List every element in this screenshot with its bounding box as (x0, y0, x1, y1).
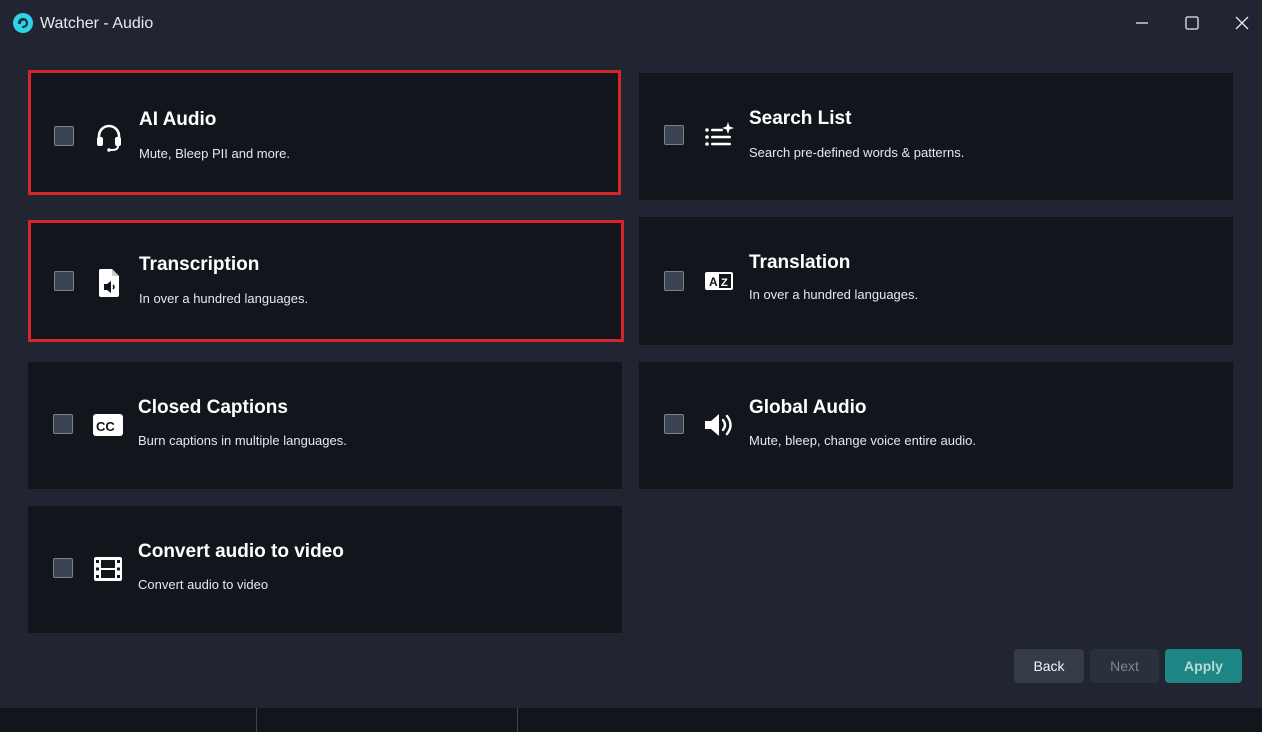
title-bar: Watcher - Audio (0, 0, 1262, 46)
transcription-desc: In over a hundred languages. (139, 291, 309, 306)
global-audio-desc: Mute, bleep, change voice entire audio. (749, 433, 976, 448)
option-convert-audio-to-video[interactable]: Convert audio to video Convert audio to … (28, 506, 622, 633)
svg-text:A: A (709, 275, 718, 289)
option-global-audio[interactable]: Global Audio Mute, bleep, change voice e… (639, 362, 1233, 489)
watcher-logo-icon (13, 13, 33, 33)
ai-audio-checkbox[interactable] (54, 126, 74, 146)
status-divider (517, 708, 518, 732)
next-button[interactable]: Next (1090, 649, 1159, 683)
status-divider (256, 708, 257, 732)
audio-file-icon (93, 267, 125, 299)
translate-icon: A Z (703, 265, 735, 297)
search-list-checkbox[interactable] (664, 125, 684, 145)
closed-captions-title: Closed Captions (138, 397, 288, 418)
close-button[interactable] (1227, 8, 1257, 38)
convert-audio-title: Convert audio to video (138, 541, 344, 562)
translation-checkbox[interactable] (664, 271, 684, 291)
minimize-icon (1136, 22, 1148, 24)
option-closed-captions[interactable]: CC Closed Captions Burn captions in mult… (28, 362, 622, 489)
option-translation[interactable]: A Z Translation In over a hundred langua… (639, 217, 1233, 345)
translation-title: Translation (749, 252, 851, 273)
transcription-checkbox[interactable] (54, 271, 74, 291)
svg-text:Z: Z (721, 277, 728, 289)
back-button[interactable]: Back (1014, 649, 1084, 683)
closed-captions-checkbox[interactable] (53, 414, 73, 434)
maximize-icon (1185, 16, 1199, 30)
search-list-desc: Search pre-defined words & patterns. (749, 145, 965, 160)
global-audio-checkbox[interactable] (664, 414, 684, 434)
maximize-button[interactable] (1177, 8, 1207, 38)
headset-icon (93, 121, 125, 153)
closed-captions-desc: Burn captions in multiple languages. (138, 433, 347, 448)
convert-audio-desc: Convert audio to video (138, 577, 269, 592)
window-title: Watcher - Audio (40, 15, 154, 32)
translation-desc: In over a hundred languages. (749, 287, 919, 302)
option-transcription[interactable]: Transcription In over a hundred language… (28, 220, 624, 342)
option-search-list[interactable]: Search List Search pre-defined words & p… (639, 73, 1233, 200)
search-list-title: Search List (749, 108, 852, 129)
minimize-button[interactable] (1127, 8, 1157, 38)
transcription-title: Transcription (139, 254, 260, 275)
global-audio-title: Global Audio (749, 397, 867, 418)
cc-icon: CC (92, 409, 124, 441)
apply-button[interactable]: Apply (1165, 649, 1242, 683)
ai-audio-title: AI Audio (139, 109, 217, 130)
film-icon (92, 553, 124, 585)
speaker-icon (703, 409, 735, 441)
ai-audio-desc: Mute, Bleep PII and more. (139, 146, 291, 161)
option-ai-audio[interactable]: AI Audio Mute, Bleep PII and more. (28, 70, 621, 195)
svg-text:CC: CC (96, 419, 115, 434)
list-sparkle-icon (703, 120, 735, 152)
close-icon (1235, 16, 1249, 30)
status-bar (0, 708, 1262, 732)
convert-audio-checkbox[interactable] (53, 558, 73, 578)
